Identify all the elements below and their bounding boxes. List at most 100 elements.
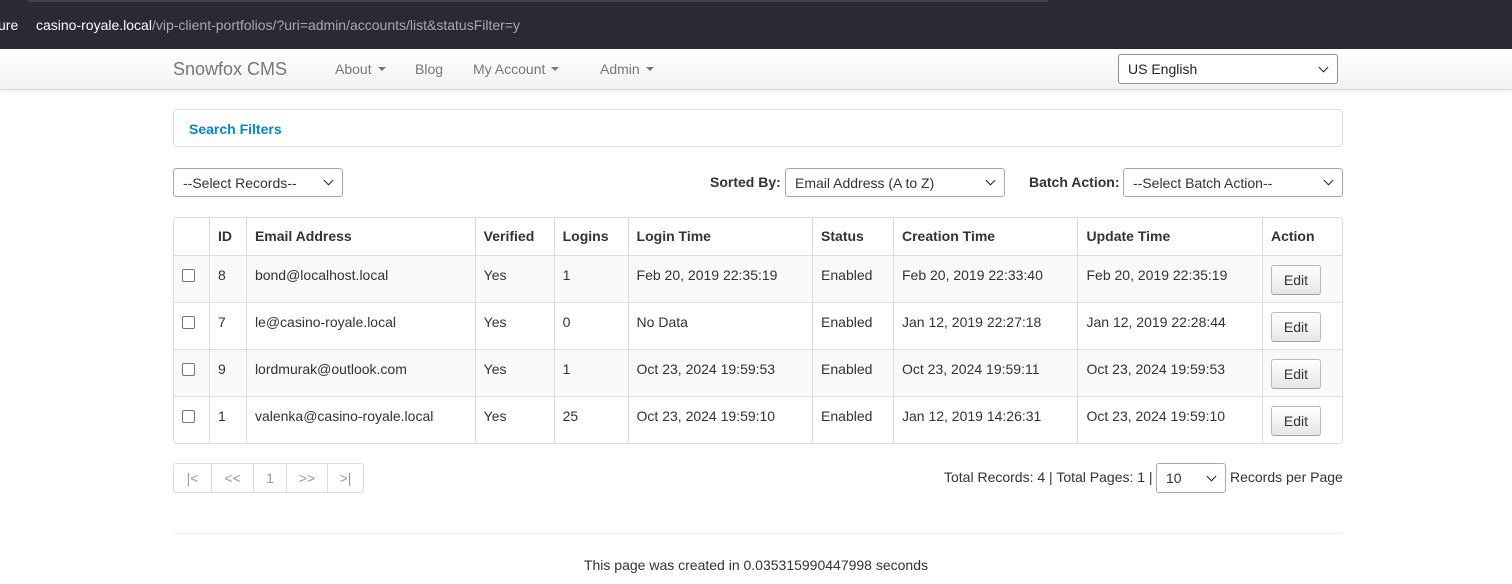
cell-action: Edit xyxy=(1261,255,1342,302)
cell-verified: Yes xyxy=(474,302,554,349)
table-row: 9 lordmurak@outlook.com Yes 1 Oct 23, 20… xyxy=(174,349,1342,396)
nav-blog[interactable]: Blog xyxy=(415,61,443,77)
cell-update-time: Feb 20, 2019 22:35:19 xyxy=(1077,255,1262,302)
row-select-cell xyxy=(174,302,209,349)
cell-id: 7 xyxy=(208,302,246,349)
cell-email: valenka@casino-royale.local xyxy=(245,396,475,443)
security-indicator[interactable]: ure xyxy=(0,0,18,49)
cell-id: 8 xyxy=(208,255,246,302)
cell-action: Edit xyxy=(1261,349,1342,396)
cell-update-time: Jan 12, 2019 22:28:44 xyxy=(1077,302,1262,349)
cell-logins: 1 xyxy=(553,255,628,302)
select-records-dropdown[interactable]: --Select Records-- xyxy=(173,168,343,197)
cell-email: le@casino-royale.local xyxy=(245,302,475,349)
cell-id: 9 xyxy=(208,349,246,396)
cell-creation-time: Feb 20, 2019 22:33:40 xyxy=(892,255,1078,302)
edit-button[interactable]: Edit xyxy=(1270,312,1321,342)
cell-action: Edit xyxy=(1261,396,1342,443)
header-login-time[interactable]: Login Time xyxy=(627,218,813,255)
cell-action: Edit xyxy=(1261,302,1342,349)
cell-email: lordmurak@outlook.com xyxy=(245,349,475,396)
batch-action-label: Batch Action: xyxy=(1029,174,1120,190)
records-per-page-select[interactable]: 10 xyxy=(1156,463,1226,493)
cell-status: Enabled xyxy=(812,302,893,349)
chevron-down-icon xyxy=(1318,62,1329,72)
total-records-text: Total Records: 4 | Total Pages: 1 | xyxy=(944,469,1153,485)
edit-button[interactable]: Edit xyxy=(1270,406,1321,436)
nav-my-account[interactable]: My Account xyxy=(473,61,560,77)
footer-divider xyxy=(173,533,1343,534)
nav-about-label: About xyxy=(335,61,372,77)
edit-button[interactable]: Edit xyxy=(1270,359,1321,389)
nav-about[interactable]: About xyxy=(335,61,386,77)
cell-logins: 25 xyxy=(553,396,628,443)
accounts-table: ID Email Address Verified Logins Login T… xyxy=(173,217,1343,444)
cell-verified: Yes xyxy=(474,349,554,396)
cell-verified: Yes xyxy=(474,396,554,443)
page-first-button[interactable]: |< xyxy=(174,464,211,492)
caret-down-icon xyxy=(645,67,654,71)
page-prev-button[interactable]: << xyxy=(211,464,253,492)
page-current[interactable]: 1 xyxy=(253,464,286,492)
cell-verified: Yes xyxy=(474,255,554,302)
nav-admin[interactable]: Admin xyxy=(600,61,654,77)
browser-url-bar[interactable]: ure casino-royale.local/vip-client-portf… xyxy=(0,0,1512,49)
cell-update-time: Oct 23, 2024 19:59:10 xyxy=(1077,396,1262,443)
table-row: 7 le@casino-royale.local Yes 0 No Data E… xyxy=(174,302,1342,349)
header-verified[interactable]: Verified xyxy=(474,218,554,255)
cell-update-time: Oct 23, 2024 19:59:53 xyxy=(1077,349,1262,396)
header-logins[interactable]: Logins xyxy=(553,218,628,255)
brand-link[interactable]: Snowfox CMS xyxy=(173,59,287,80)
edit-button[interactable]: Edit xyxy=(1270,265,1321,295)
search-filters-toggle[interactable]: Search Filters xyxy=(189,121,282,137)
header-action: Action xyxy=(1261,218,1342,255)
header-id[interactable]: ID xyxy=(208,218,246,255)
cell-status: Enabled xyxy=(812,349,893,396)
caret-down-icon xyxy=(551,67,560,71)
page-last-button[interactable]: >| xyxy=(327,464,363,492)
chevron-down-icon xyxy=(985,175,996,186)
batch-action-value: --Select Batch Action-- xyxy=(1133,174,1273,191)
cell-login-time: Oct 23, 2024 19:59:10 xyxy=(627,396,813,443)
row-select-cell xyxy=(174,349,209,396)
nav-my-account-label: My Account xyxy=(473,61,546,77)
header-creation-time[interactable]: Creation Time xyxy=(892,218,1078,255)
top-navbar: Snowfox CMS About Blog My Account Admin … xyxy=(0,49,1512,90)
cell-login-time: Feb 20, 2019 22:35:19 xyxy=(627,255,813,302)
row-checkbox[interactable] xyxy=(182,269,195,282)
cell-email: bond@localhost.local xyxy=(245,255,475,302)
cell-logins: 1 xyxy=(553,349,628,396)
page-next-button[interactable]: >> xyxy=(286,464,327,492)
table-row: 8 bond@localhost.local Yes 1 Feb 20, 201… xyxy=(174,255,1342,302)
security-indicator-label: ure xyxy=(0,16,19,33)
table-row: 1 valenka@casino-royale.local Yes 25 Oct… xyxy=(174,396,1342,443)
cell-logins: 0 xyxy=(553,302,628,349)
row-checkbox[interactable] xyxy=(182,316,195,329)
sort-select[interactable]: Email Address (A to Z) xyxy=(785,168,1005,197)
row-checkbox[interactable] xyxy=(182,363,195,376)
header-email[interactable]: Email Address xyxy=(245,218,475,255)
records-per-page-label: Records per Page xyxy=(1230,469,1343,485)
header-select xyxy=(174,218,209,255)
row-checkbox[interactable] xyxy=(182,410,195,423)
sorted-by-label: Sorted By: xyxy=(710,174,781,190)
url-host: casino-royale.local xyxy=(36,16,152,33)
records-per-page-value: 10 xyxy=(1166,470,1182,486)
chevron-down-icon xyxy=(1323,175,1334,186)
table-header-row: ID Email Address Verified Logins Login T… xyxy=(174,218,1342,255)
search-filters-panel[interactable]: Search Filters xyxy=(173,109,1343,147)
cell-status: Enabled xyxy=(812,396,893,443)
batch-action-select[interactable]: --Select Batch Action-- xyxy=(1123,168,1343,197)
chevron-down-icon xyxy=(1206,471,1217,481)
cell-login-time: Oct 23, 2024 19:59:53 xyxy=(627,349,813,396)
header-update-time[interactable]: Update Time xyxy=(1077,218,1262,255)
language-select-value: US English xyxy=(1128,61,1198,77)
nav-blog-label: Blog xyxy=(415,61,444,77)
url-text[interactable]: casino-royale.local/vip-client-portfolio… xyxy=(36,0,520,49)
nav-admin-label: Admin xyxy=(600,61,640,77)
caret-down-icon xyxy=(377,67,386,71)
row-select-cell xyxy=(174,396,209,443)
page-generation-time: This page was created in 0.0353159904479… xyxy=(583,557,929,573)
header-status[interactable]: Status xyxy=(812,218,893,255)
language-select[interactable]: US English xyxy=(1118,54,1338,84)
